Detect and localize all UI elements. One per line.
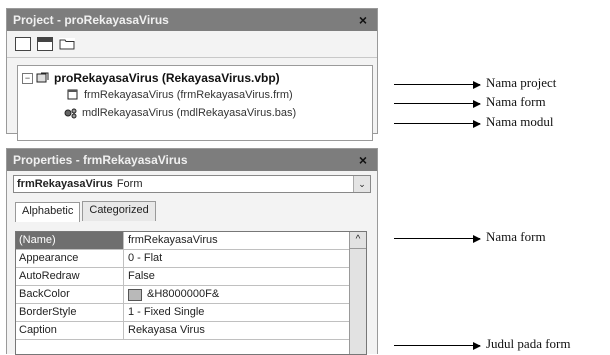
properties-panel: Properties - frmRekayasaVirus × frmRekay… (6, 148, 378, 355)
properties-title: Properties - frmRekayasaVirus (13, 153, 188, 167)
property-name: Appearance (16, 250, 124, 267)
collapse-icon[interactable]: − (22, 72, 33, 84)
properties-tabs: Alphabetic Categorized (15, 201, 377, 222)
properties-title-bar[interactable]: Properties - frmRekayasaVirus × (7, 149, 377, 171)
property-row[interactable]: BackColor &H8000000F& (16, 286, 366, 304)
property-value[interactable]: Rekayasa Virus (124, 322, 205, 339)
project-title-bar[interactable]: Project - proRekayasaVirus × (7, 9, 377, 31)
object-type: Form (116, 178, 143, 190)
annotation-label: Judul pada form (486, 336, 571, 351)
property-value[interactable]: False (124, 268, 155, 285)
property-value[interactable]: frmRekayasaVirus (124, 232, 218, 249)
annotation-arrow (394, 100, 481, 108)
property-value[interactable]: &H8000000F& (124, 286, 219, 303)
annotation-label: Nama modul (486, 114, 554, 129)
property-name: BackColor (16, 286, 124, 303)
module-icon (64, 108, 77, 119)
project-title: Project - proRekayasaVirus (13, 13, 169, 27)
annotation-arrow (394, 235, 481, 243)
object-name: frmRekayasaVirus (17, 178, 113, 190)
scroll-up-icon[interactable]: ^ (350, 232, 366, 249)
property-value[interactable]: 0 - Flat (124, 250, 162, 267)
property-row[interactable]: BorderStyle 1 - Fixed Single (16, 304, 366, 322)
annotation-label: Nama form (486, 229, 546, 244)
property-row[interactable]: Caption Rekayasa Virus (16, 322, 366, 340)
properties-close-button[interactable]: × (355, 152, 371, 168)
toggle-folders-icon[interactable] (59, 38, 75, 50)
annotation-arrow (394, 342, 481, 350)
project-explorer-panel: Project - proRekayasaVirus × − proRekaya… (6, 8, 378, 141)
property-row[interactable]: (Name) frmRekayasaVirus (16, 232, 366, 250)
tree-item-form-label: frmRekayasaVirus (frmRekayasaVirus.frm) (84, 89, 293, 101)
vertical-scrollbar[interactable]: ^ (349, 232, 366, 354)
annotation-arrow (394, 81, 481, 89)
property-value-text: &H8000000F& (147, 288, 220, 300)
project-icon (36, 72, 49, 83)
properties-grid: (Name) frmRekayasaVirus Appearance 0 - F… (15, 231, 367, 355)
tree-item-form[interactable]: frmRekayasaVirus (frmRekayasaVirus.frm) (66, 89, 293, 101)
property-name: Caption (16, 322, 124, 339)
property-row[interactable]: AutoRedraw False (16, 268, 366, 286)
form-icon (67, 89, 78, 100)
annotation-arrow (394, 120, 481, 128)
annotation-label: Nama project (486, 75, 557, 90)
tree-item-project-label: proRekayasaVirus (RekayasaVirus.vbp) (54, 71, 280, 85)
property-row[interactable]: Appearance 0 - Flat (16, 250, 366, 268)
tree-item-module-label: mdlRekayasaVirus (mdlRekayasaVirus.bas) (82, 107, 297, 119)
tree-item-project[interactable]: − proRekayasaVirus (RekayasaVirus.vbp) (22, 71, 280, 85)
color-swatch (128, 288, 142, 301)
property-name: (Name) (16, 232, 124, 249)
property-value[interactable]: 1 - Fixed Single (124, 304, 204, 321)
chevron-down-icon[interactable]: ⌄ (353, 176, 370, 192)
view-object-icon[interactable] (37, 37, 53, 51)
property-name: BorderStyle (16, 304, 124, 321)
tree-item-module[interactable]: mdlRekayasaVirus (mdlRekayasaVirus.bas) (64, 107, 296, 119)
tab-categorized[interactable]: Categorized (82, 201, 156, 221)
project-toolbar (7, 31, 377, 58)
object-selector[interactable]: frmRekayasaVirus Form ⌄ (13, 175, 371, 193)
tab-alphabetic[interactable]: Alphabetic (15, 202, 81, 222)
view-code-icon[interactable] (15, 37, 31, 51)
project-close-button[interactable]: × (355, 12, 371, 28)
annotation-label: Nama form (486, 94, 546, 109)
property-name: AutoRedraw (16, 268, 124, 285)
project-tree: − proRekayasaVirus (RekayasaVirus.vbp) f… (17, 65, 373, 141)
